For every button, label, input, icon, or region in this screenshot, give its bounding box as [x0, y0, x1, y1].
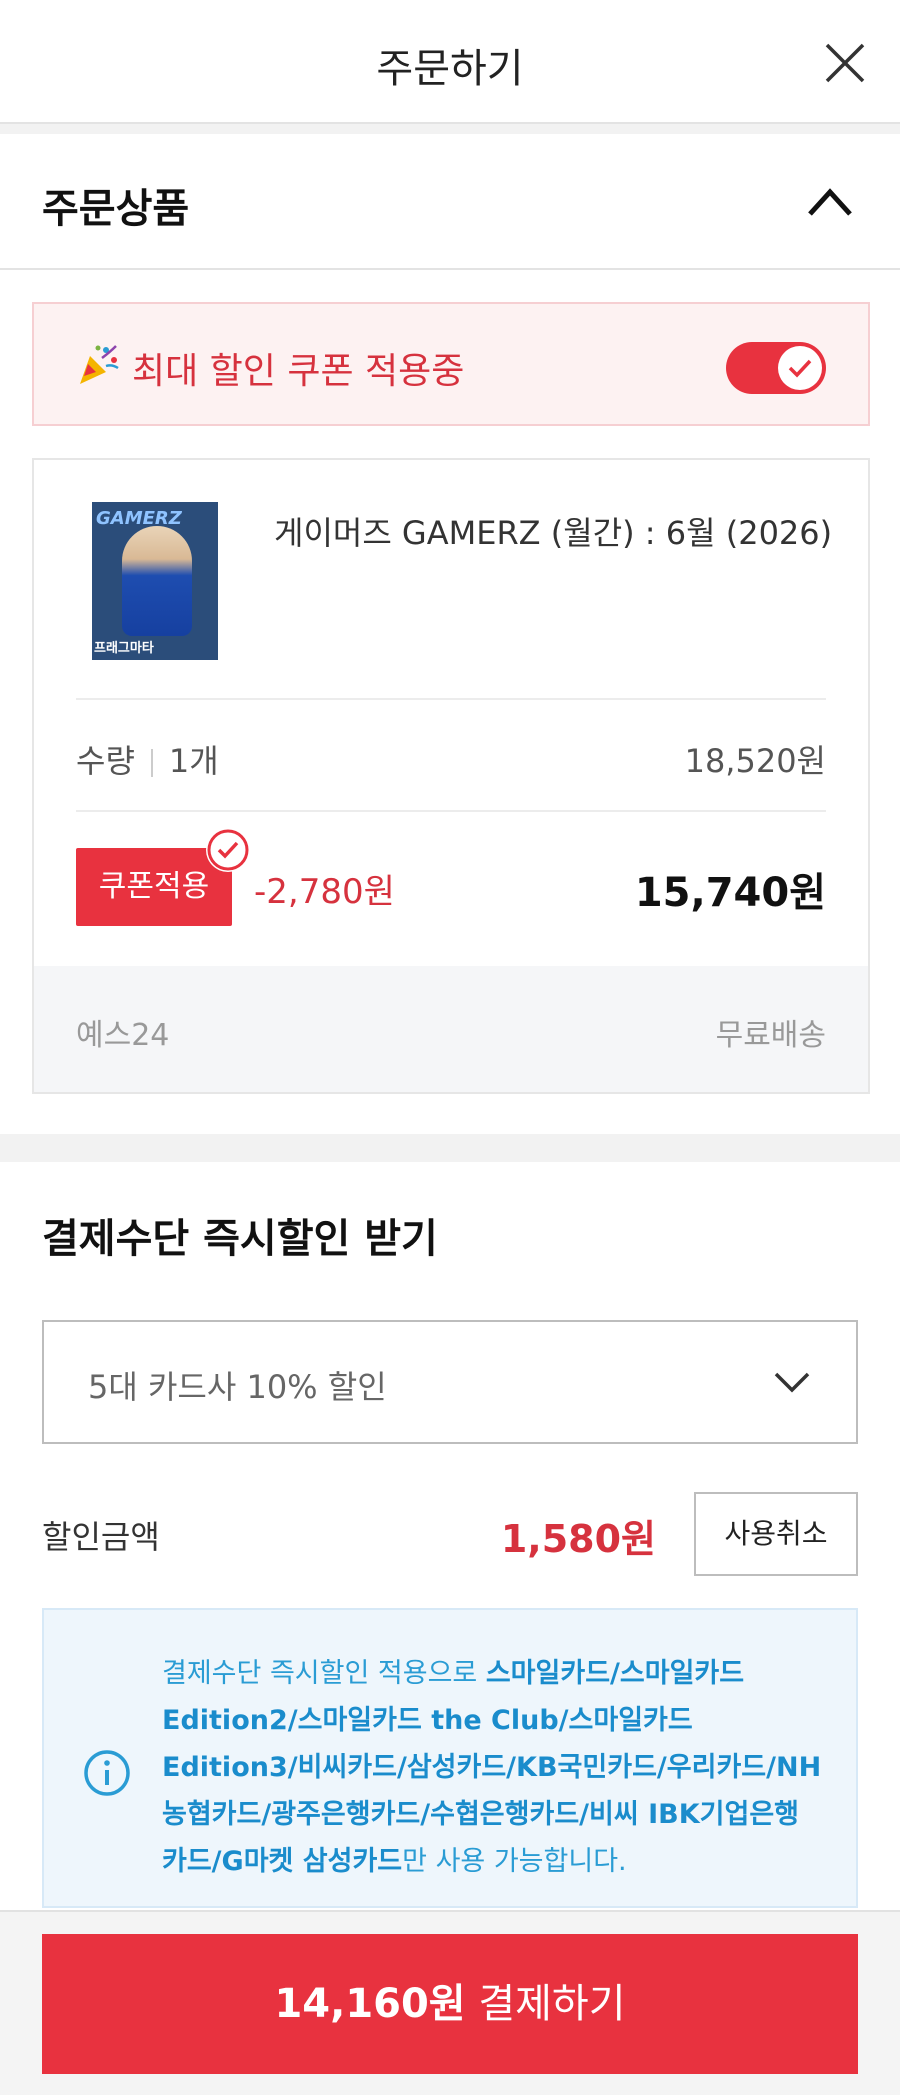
quantity-row: 수량 1개 [76, 736, 219, 782]
info-icon [84, 1750, 130, 1796]
footer-bar: 14,160원 결제하기 [0, 1910, 900, 2095]
section-gap [0, 1134, 900, 1162]
coupon-banner: 최대 할인 쿠폰 적용중 [32, 302, 870, 426]
cover-figure [122, 526, 192, 636]
card-info-box: 결제수단 즉시할인 적용으로 스마일카드/스마일카드 Edition2/스마일카… [42, 1608, 858, 1908]
card-discount-select[interactable]: 5대 카드사 10% 할인 [42, 1320, 858, 1444]
divider [76, 810, 826, 812]
chevron-down-icon [774, 1372, 810, 1393]
coupon-toggle[interactable] [726, 342, 826, 394]
order-section-title: 주문상품 [42, 186, 190, 232]
pay-button[interactable]: 14,160원 결제하기 [42, 1934, 858, 2074]
product-cover-image[interactable]: GAMERZ 프래그마타 [92, 502, 218, 660]
original-price: 18,520원 [684, 742, 826, 780]
info-prefix: 결제수단 즉시할인 적용으로 [162, 1658, 486, 1689]
order-section-header[interactable]: 주문상품 [0, 134, 900, 270]
quantity-separator [150, 749, 153, 777]
coupon-discount: -2,780원 [254, 872, 395, 912]
cover-title: GAMERZ [96, 508, 182, 529]
shipping-info: 무료배송 [715, 1018, 826, 1053]
seller-name: 예스24 [76, 1018, 170, 1053]
toggle-knob [778, 346, 822, 390]
card-info-text: 결제수단 즉시할인 적용으로 스마일카드/스마일카드 Edition2/스마일카… [162, 1650, 822, 1885]
seller-row: 예스24 무료배송 [34, 966, 868, 1092]
page-title: 주문하기 [376, 46, 524, 92]
discount-amount: 1,580원 [500, 1517, 656, 1561]
info-card-list: 스마일카드/스마일카드 Edition2/스마일카드 the Club/스마일카… [162, 1658, 822, 1877]
info-suffix: 만 사용 가능합니다. [402, 1846, 627, 1877]
cancel-discount-button[interactable]: 사용취소 [694, 1492, 858, 1576]
discount-amount-label: 할인금액 [42, 1518, 160, 1556]
coupon-check-icon [206, 828, 250, 872]
pay-amount: 14,160원 [274, 1981, 466, 2027]
check-icon [788, 359, 812, 378]
coupon-banner-text: 최대 할인 쿠폰 적용중 [132, 351, 465, 392]
payment-discount-title: 결제수단 즉시할인 받기 [42, 1216, 438, 1262]
final-price: 15,740원 [634, 870, 826, 916]
header: 주문하기 [0, 0, 900, 124]
quantity-value: 1개 [168, 742, 219, 780]
divider [76, 698, 826, 700]
cover-caption: 프래그마타 [94, 641, 154, 656]
product-card: GAMERZ 프래그마타 게이머즈 GAMERZ (월간) : 6월 (2026… [32, 458, 870, 1094]
close-icon[interactable] [824, 42, 866, 84]
chevron-up-icon[interactable] [806, 184, 854, 220]
quantity-label: 수량 [76, 742, 135, 780]
section-gap [0, 124, 900, 134]
party-popper-icon [80, 345, 119, 384]
pay-label: 결제하기 [465, 1981, 626, 2027]
card-discount-select-value: 5대 카드사 10% 할인 [88, 1368, 387, 1406]
product-name[interactable]: 게이머즈 GAMERZ (월간) : 6월 (2026) [274, 508, 832, 554]
